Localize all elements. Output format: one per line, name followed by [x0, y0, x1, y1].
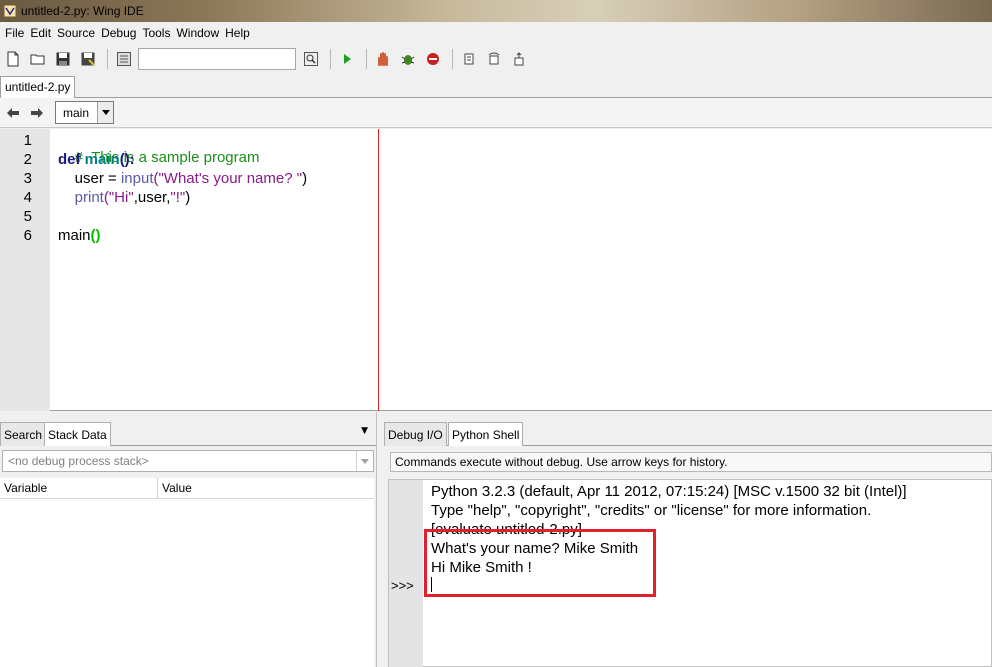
- menu-debug[interactable]: Debug: [100, 26, 141, 40]
- stack-placeholder: <no debug process stack>: [8, 454, 149, 468]
- code-text: user =: [74, 170, 121, 187]
- code-function-name: main: [84, 151, 120, 168]
- shell-output-line: Hi Mike Smith !: [431, 559, 532, 576]
- code-string: "What's your name? ": [158, 170, 303, 187]
- stack-dropdown[interactable]: <no debug process stack>: [2, 450, 374, 472]
- back-arrow-icon[interactable]: [2, 102, 24, 124]
- step-into-icon[interactable]: [458, 48, 480, 70]
- python-shell-panel: Debug I/O Python Shell Commands execute …: [384, 412, 992, 667]
- toolbar-separator: [330, 49, 331, 69]
- toolbar-separator: [107, 49, 108, 69]
- menu-source[interactable]: Source: [56, 26, 100, 40]
- indent-icon[interactable]: [113, 48, 135, 70]
- tab-untitled-2[interactable]: untitled-2.py: [0, 76, 76, 98]
- toolbar-separator: [366, 49, 367, 69]
- shell-output-line: [evaluate untitled-2.py]: [431, 521, 582, 538]
- code-line: def main():: [58, 151, 135, 168]
- column-header-variable[interactable]: Variable: [0, 478, 158, 498]
- menu-bar: File Edit Source Debug Tools Window Help: [0, 22, 992, 44]
- tab-search[interactable]: Search: [0, 422, 47, 446]
- window-title: untitled-2.py: Wing IDE: [21, 4, 144, 18]
- shell-info-bar: Commands execute without debug. Use arro…: [390, 452, 992, 472]
- code-text: ,user,: [133, 189, 171, 206]
- table-header: Variable Value: [0, 478, 374, 499]
- tab-stack-data[interactable]: Stack Data: [44, 422, 111, 446]
- search-go-icon[interactable]: [300, 48, 322, 70]
- line-number: 3: [23, 170, 32, 187]
- shell-console[interactable]: >>> Python 3.2.3 (default, Apr 11 2012, …: [388, 479, 992, 667]
- toolbar-separator: [452, 49, 453, 69]
- panel-options-icon[interactable]: ▼: [361, 426, 368, 436]
- menu-edit[interactable]: Edit: [29, 26, 56, 40]
- line-number-gutter: 1 2 3 4 5 6: [0, 129, 50, 411]
- code-string: "!": [170, 189, 186, 206]
- abort-icon[interactable]: [422, 48, 444, 70]
- line-number: 5: [23, 208, 32, 225]
- line-number: 1: [23, 132, 32, 149]
- shell-gutter: >>>: [389, 480, 423, 667]
- title-bar: untitled-2.py: Wing IDE: [0, 0, 992, 22]
- stop-hand-icon[interactable]: [372, 48, 394, 70]
- code-editor[interactable]: 1 2 3 4 5 6 # This is a sample program d…: [0, 129, 992, 411]
- code-paren: ): [185, 189, 191, 206]
- code-paren: ): [302, 170, 308, 187]
- edge-guide-line: [378, 129, 379, 411]
- code-paren: (): [90, 227, 101, 244]
- search-input[interactable]: [138, 48, 296, 70]
- line-number: 6: [23, 227, 32, 244]
- tab-python-shell[interactable]: Python Shell: [448, 422, 524, 446]
- shell-output-line: What's your name? Mike Smith: [431, 540, 639, 557]
- code-text: main: [58, 227, 91, 244]
- shell-prompt: >>>: [391, 578, 414, 593]
- code-punct: ():: [119, 151, 135, 168]
- wing-app-icon: [3, 4, 17, 18]
- save-icon[interactable]: [52, 48, 74, 70]
- new-file-icon[interactable]: [2, 48, 24, 70]
- code-string: "Hi": [108, 189, 134, 206]
- code-builtin: input: [120, 170, 154, 187]
- editor-tab-bar: untitled-2.py: [0, 74, 992, 98]
- right-panel-tabs: Debug I/O Python Shell: [384, 422, 992, 446]
- run-icon[interactable]: [336, 48, 358, 70]
- step-over-icon[interactable]: [483, 48, 505, 70]
- line-number: 2: [23, 151, 32, 168]
- column-header-value[interactable]: Value: [158, 478, 192, 498]
- code-line: user = input("What's your name? "): [58, 170, 307, 187]
- chevron-down-icon[interactable]: [356, 451, 373, 471]
- code-line: main(): [58, 227, 101, 244]
- toolbar: [0, 44, 992, 74]
- menu-file[interactable]: File: [4, 26, 29, 40]
- scope-value: main: [63, 105, 90, 120]
- code-builtin: print: [74, 189, 104, 206]
- scope-dropdown[interactable]: main: [55, 101, 114, 124]
- panel-splitter[interactable]: [376, 412, 384, 667]
- left-panel-tabs: Search Stack Data: [0, 422, 376, 446]
- menu-tools[interactable]: Tools: [141, 26, 175, 40]
- stack-data-panel: Search Stack Data ▼ <no debug process st…: [0, 412, 376, 667]
- code-line: print("Hi",user,"!"): [58, 189, 191, 206]
- save-all-icon[interactable]: [77, 48, 99, 70]
- menu-window[interactable]: Window: [175, 26, 224, 40]
- variables-table[interactable]: Variable Value: [0, 478, 374, 667]
- step-out-icon[interactable]: [508, 48, 530, 70]
- forward-arrow-icon[interactable]: [26, 102, 48, 124]
- shell-output-line: Python 3.2.3 (default, Apr 11 2012, 07:1…: [431, 483, 907, 500]
- line-number: 4: [23, 189, 32, 206]
- chevron-down-icon[interactable]: [97, 102, 113, 123]
- text-caret: [431, 577, 432, 592]
- open-file-icon[interactable]: [27, 48, 49, 70]
- menu-help[interactable]: Help: [224, 26, 255, 40]
- shell-output-line: Type "help", "copyright", "credits" or "…: [431, 502, 872, 519]
- tab-debug-io[interactable]: Debug I/O: [384, 422, 447, 446]
- debug-bug-icon[interactable]: [397, 48, 419, 70]
- code-keyword: def: [58, 151, 85, 168]
- navigation-bar: main: [0, 98, 992, 128]
